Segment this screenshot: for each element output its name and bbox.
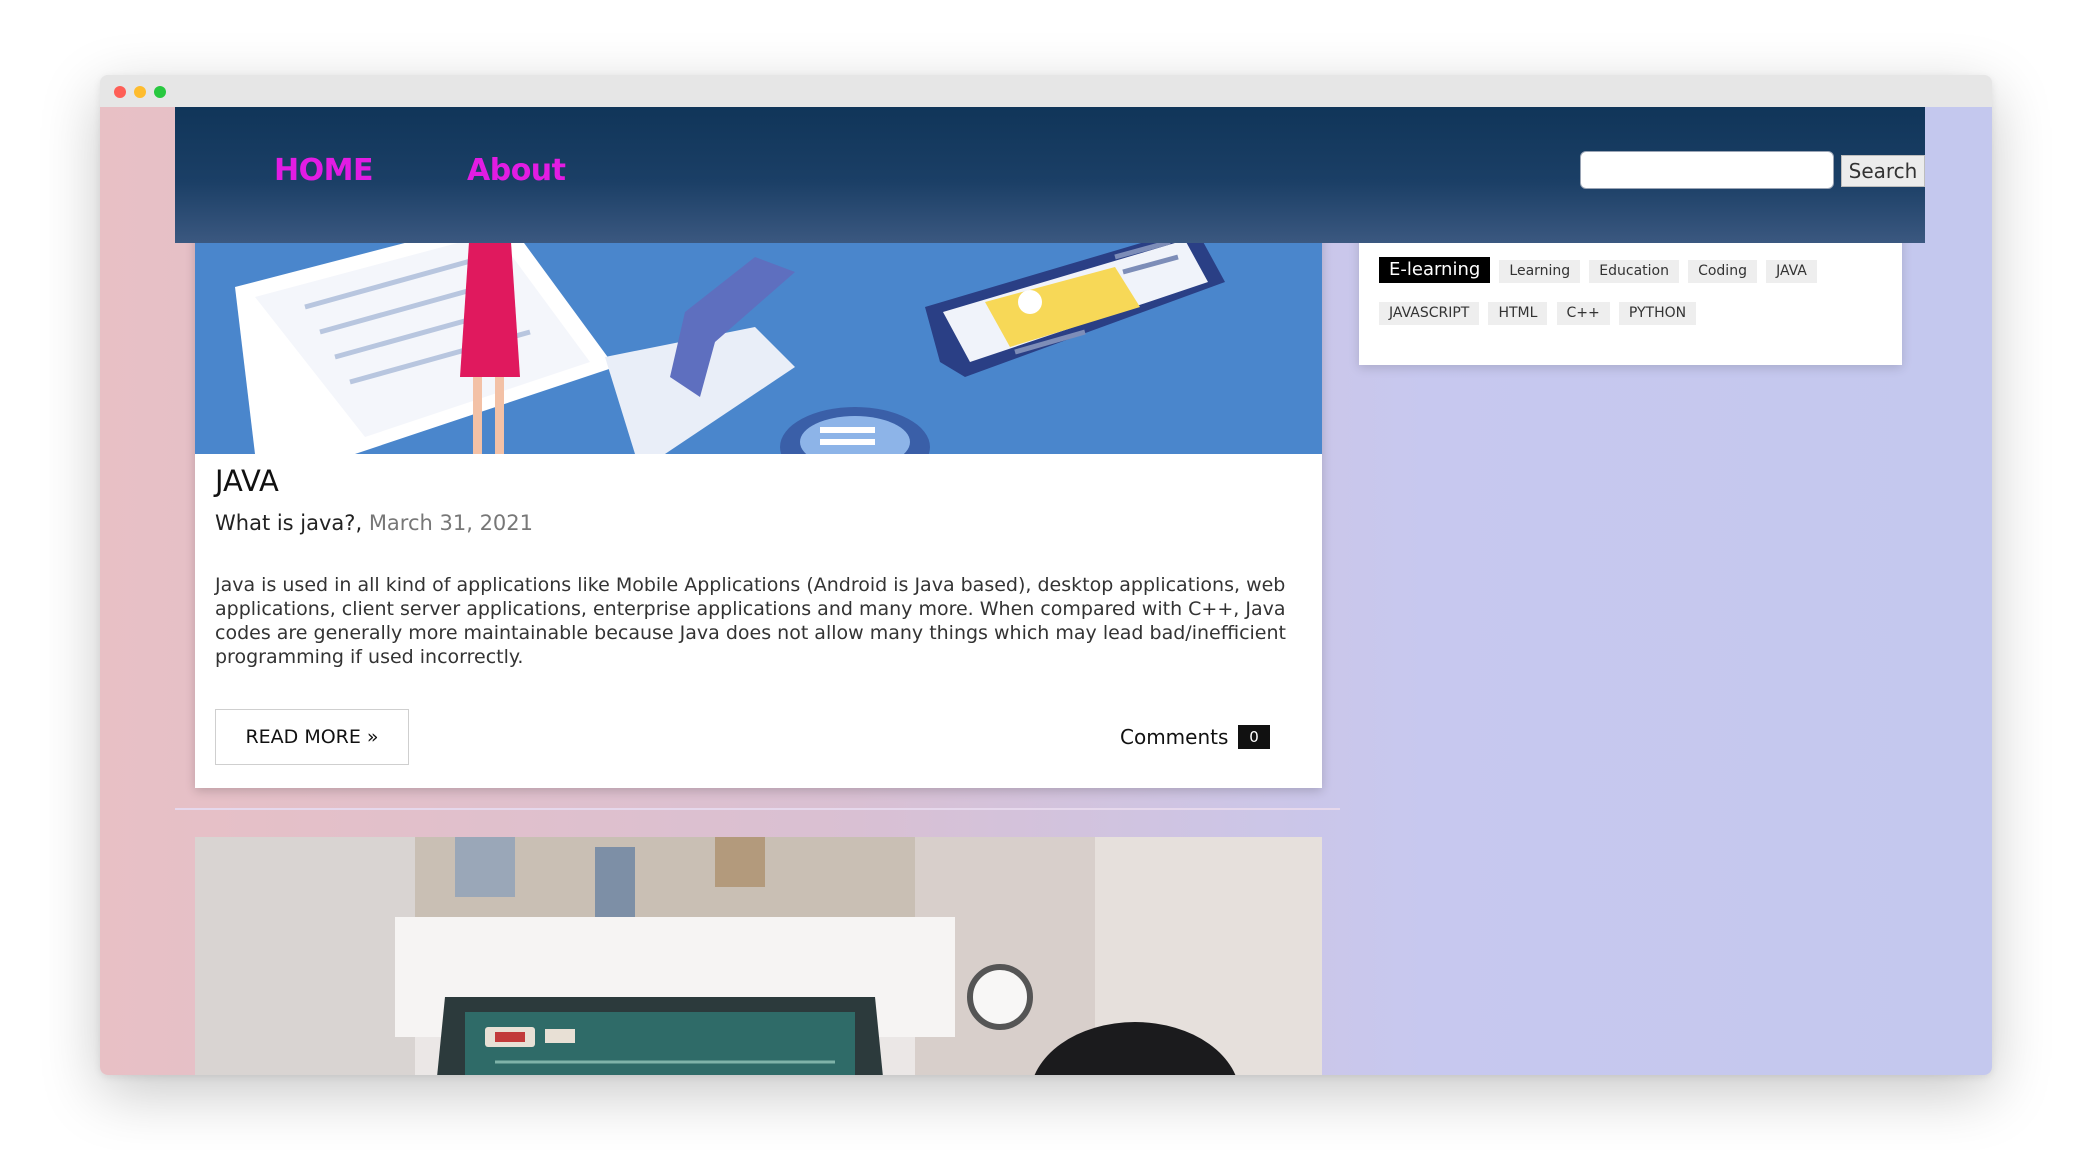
post-separator bbox=[175, 808, 1340, 810]
tag-java[interactable]: JAVA bbox=[1766, 260, 1817, 283]
comments-label[interactable]: Comments bbox=[1120, 725, 1228, 749]
window-titlebar bbox=[100, 75, 1992, 107]
nav-home-link[interactable]: HOME bbox=[274, 153, 373, 188]
read-more-button[interactable]: READ MORE » bbox=[215, 709, 409, 765]
comments-count-badge: 0 bbox=[1238, 725, 1270, 749]
post-excerpt: Java is used in all kind of applications… bbox=[215, 574, 1286, 668]
maximize-window-icon[interactable] bbox=[154, 86, 166, 98]
page-viewport: JAVA What is java?, March 31, 2021 Java … bbox=[100, 107, 1992, 1075]
top-navbar: HOME About Search bbox=[175, 107, 1925, 243]
post-title[interactable]: JAVA bbox=[215, 464, 279, 498]
post-date: March 31, 2021 bbox=[368, 511, 534, 535]
post-card bbox=[195, 837, 1322, 1075]
post-subtitle: What is java?, bbox=[215, 511, 363, 535]
minimize-window-icon[interactable] bbox=[134, 86, 146, 98]
tag-education[interactable]: Education bbox=[1589, 260, 1679, 283]
tag-python[interactable]: PYTHON bbox=[1618, 302, 1697, 325]
post-meta: What is java?, March 31, 2021 bbox=[215, 511, 533, 535]
browser-window: JAVA What is java?, March 31, 2021 Java … bbox=[100, 75, 1992, 1075]
search-button[interactable]: Search bbox=[1841, 155, 1925, 187]
tag-html[interactable]: HTML bbox=[1488, 302, 1548, 325]
nav-about-link[interactable]: About bbox=[467, 153, 566, 188]
post-image bbox=[195, 837, 1322, 1075]
tag-coding[interactable]: Coding bbox=[1688, 260, 1757, 283]
close-window-icon[interactable] bbox=[114, 86, 126, 98]
tag-e-learning[interactable]: E-learning bbox=[1379, 257, 1491, 283]
tag-learning[interactable]: Learning bbox=[1499, 260, 1581, 283]
tag-cloud: E-learning Learning Education Coding JAV… bbox=[1379, 257, 1899, 344]
search-input[interactable] bbox=[1580, 151, 1834, 189]
tag-javascript[interactable]: JAVASCRIPT bbox=[1379, 302, 1480, 325]
tag-cpp[interactable]: C++ bbox=[1556, 302, 1610, 325]
